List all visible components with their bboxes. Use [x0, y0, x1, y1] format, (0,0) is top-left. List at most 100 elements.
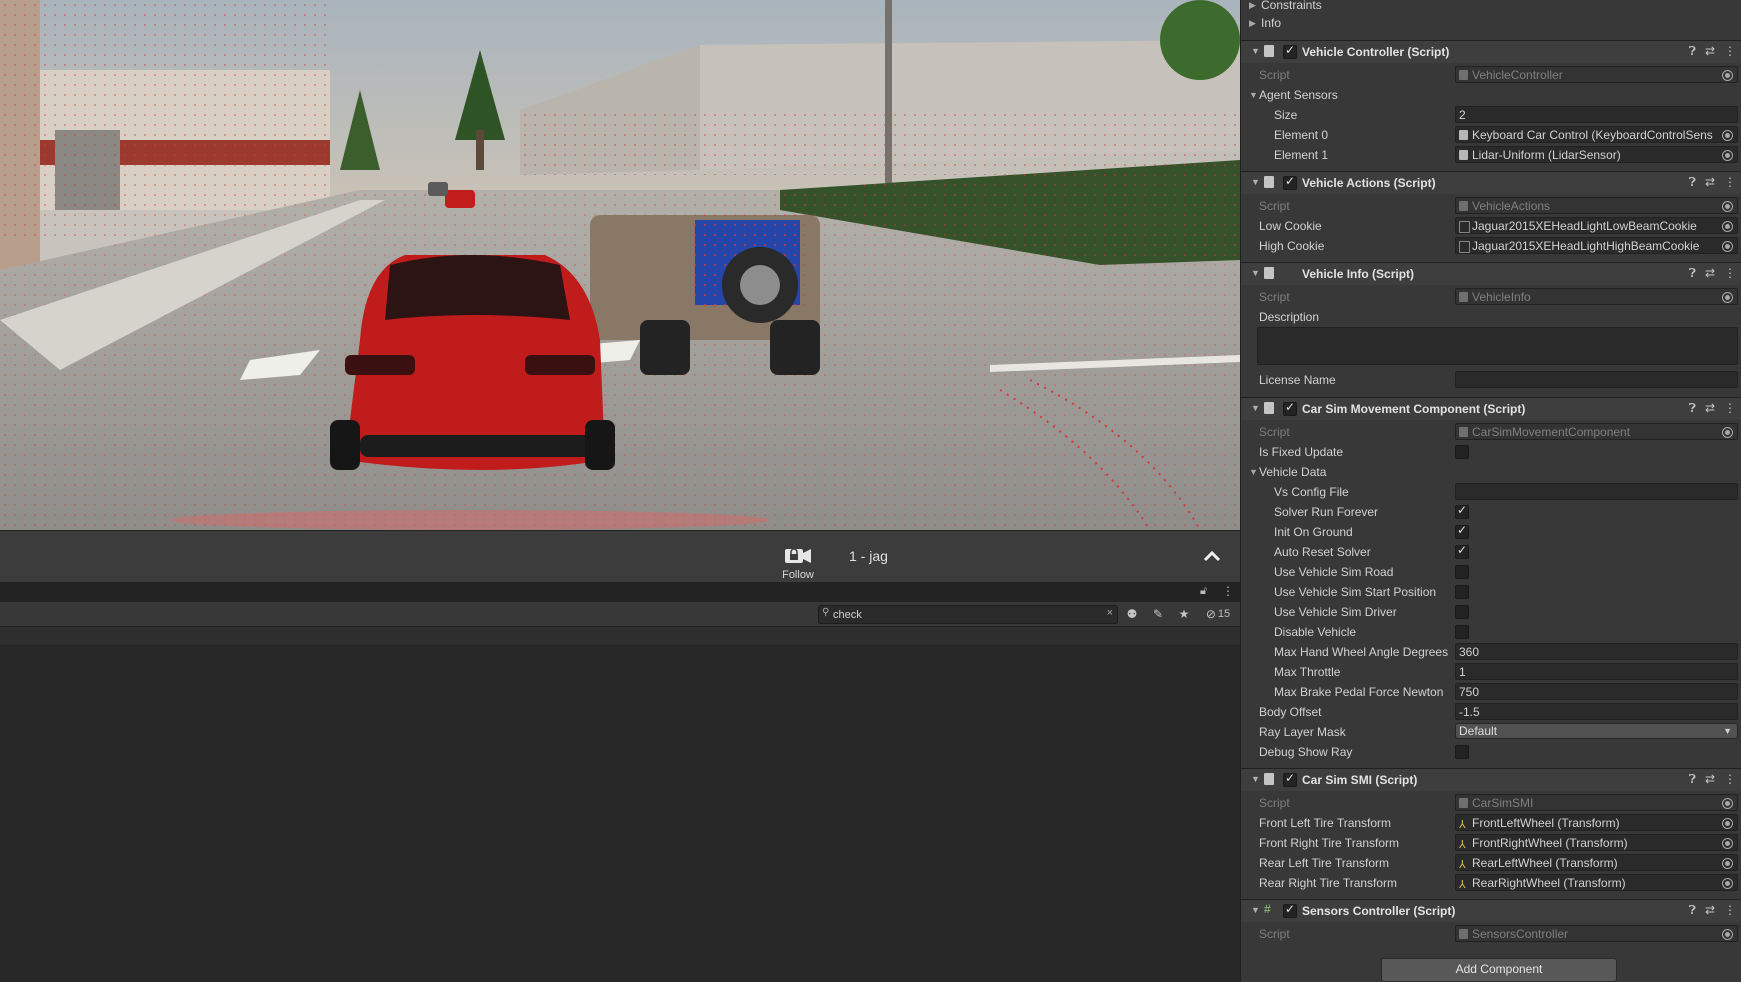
max-throttle-field[interactable]: 1 [1455, 663, 1738, 680]
element1-field[interactable]: Lidar-Uniform (LidarSensor) [1455, 146, 1738, 163]
component-header-vehicle-controller[interactable]: ▼ Vehicle Controller (Script) ❓︎ ⇄ ⋮ [1241, 40, 1741, 63]
kebab-menu-icon[interactable]: ⋮ [1724, 903, 1736, 917]
triangle-down-icon[interactable]: ▼ [1251, 177, 1260, 187]
search-input[interactable] [833, 606, 1099, 623]
is-fixed-update-checkbox[interactable] [1455, 445, 1469, 459]
script-row: Script VehicleActions [1241, 196, 1741, 216]
kebab-menu-icon[interactable]: ⋮ [1724, 44, 1736, 58]
object-picker-icon [1722, 201, 1733, 212]
help-icon[interactable]: ❓︎ [1689, 772, 1696, 786]
agent-sensors-label: Agent Sensors [1259, 88, 1338, 102]
component-header-vehicle-info[interactable]: ▼ Vehicle Info (Script) ❓︎ ⇄ ⋮ [1241, 262, 1741, 285]
preset-icon[interactable]: ⇄ [1705, 44, 1715, 58]
object-picker-icon[interactable] [1722, 818, 1733, 829]
solver-run-forever-checkbox[interactable] [1455, 503, 1469, 519]
component-header-car-sim-smi[interactable]: ▼ Car Sim SMI (Script) ❓︎ ⇄ ⋮ [1241, 768, 1741, 791]
help-icon[interactable]: ❓︎ [1689, 266, 1696, 280]
component-title: Vehicle Controller (Script) [1302, 45, 1450, 59]
component-enable-checkbox[interactable] [1283, 771, 1297, 787]
scene-visibility-button[interactable]: ⚉ [1120, 603, 1144, 624]
element1-row: Element 1 Lidar-Uniform (LidarSensor) [1241, 145, 1741, 165]
init-on-ground-label: Init On Ground [1274, 525, 1353, 539]
lock-icon[interactable]: 🔓︎ [1200, 585, 1207, 598]
component-enable-checkbox[interactable] [1283, 43, 1297, 59]
high-cookie-field[interactable]: Jaguar2015XEHeadLightHighBeamCookie [1455, 237, 1738, 254]
element0-field[interactable]: Keyboard Car Control (KeyboardControlSen… [1455, 126, 1738, 143]
auto-reset-solver-checkbox[interactable] [1455, 543, 1469, 559]
solver-run-forever-row: Solver Run Forever [1241, 502, 1741, 522]
component-enable-checkbox[interactable] [1283, 902, 1297, 918]
object-picker-icon[interactable] [1722, 130, 1733, 141]
vs-config-field[interactable] [1455, 483, 1738, 500]
info-foldout[interactable]: ▶ Info [1241, 13, 1741, 33]
triangle-down-icon[interactable]: ▼ [1251, 268, 1260, 278]
vehicle-data-foldout[interactable]: ▼ Vehicle Data [1241, 462, 1741, 482]
object-picker-icon [1722, 292, 1733, 303]
triangle-down-icon[interactable]: ▼ [1251, 905, 1260, 915]
component-header-sensors-controller[interactable]: ▼ # Sensors Controller (Script) ❓︎ ⇄ ⋮ [1241, 899, 1741, 922]
help-icon[interactable]: ❓︎ [1689, 44, 1696, 58]
size-row: Size 2 [1241, 105, 1741, 125]
debug-show-ray-checkbox[interactable] [1455, 745, 1469, 759]
size-field[interactable]: 2 [1455, 106, 1738, 123]
scene-view[interactable] [0, 0, 1240, 530]
kebab-menu-icon[interactable]: ⋮ [1724, 266, 1736, 280]
preset-icon[interactable]: ⇄ [1705, 401, 1715, 415]
max-brake-field[interactable]: 750 [1455, 683, 1738, 700]
component-header-car-sim-movement[interactable]: ▼ Car Sim Movement Component (Script) ❓︎… [1241, 397, 1741, 420]
object-picker-icon[interactable] [1722, 838, 1733, 849]
add-component-button[interactable]: Add Component [1381, 958, 1617, 982]
object-picker-icon[interactable] [1722, 221, 1733, 232]
description-textarea[interactable] [1257, 327, 1738, 365]
use-vs-driver-checkbox[interactable] [1455, 605, 1469, 619]
init-on-ground-checkbox[interactable] [1455, 523, 1469, 539]
fr-tire-field[interactable]: ⅄ FrontRightWheel (Transform) [1455, 834, 1738, 851]
component-title: Vehicle Info (Script) [1302, 267, 1415, 281]
panel-subbar [0, 627, 1240, 646]
help-icon[interactable]: ❓︎ [1689, 903, 1696, 917]
body-offset-field[interactable]: -1.5 [1455, 703, 1738, 720]
max-hand-wheel-field[interactable]: 360 [1455, 643, 1738, 660]
kebab-menu-icon[interactable]: ⋮ [1222, 584, 1234, 598]
kebab-menu-icon[interactable]: ⋮ [1724, 175, 1736, 189]
use-vs-road-checkbox[interactable] [1455, 565, 1469, 579]
debug-show-ray-label: Debug Show Ray [1259, 745, 1353, 759]
use-vs-start-checkbox[interactable] [1455, 585, 1469, 599]
search-box[interactable]: ⚲ × [818, 605, 1118, 624]
hidden-count-button[interactable]: ⊘ 15 [1198, 603, 1238, 624]
triangle-down-icon[interactable]: ▼ [1251, 46, 1260, 56]
object-picker-icon[interactable] [1722, 878, 1733, 889]
label-filter-button[interactable]: ✎ [1146, 603, 1170, 624]
component-header-vehicle-actions[interactable]: ▼ Vehicle Actions (Script) ❓︎ ⇄ ⋮ [1241, 171, 1741, 194]
preset-icon[interactable]: ⇄ [1705, 266, 1715, 280]
help-icon[interactable]: ❓︎ [1689, 401, 1696, 415]
kebab-menu-icon[interactable]: ⋮ [1724, 772, 1736, 786]
favorites-button[interactable]: ★ [1172, 603, 1196, 624]
rl-tire-value: RearLeftWheel (Transform) [1472, 856, 1618, 870]
low-cookie-value: Jaguar2015XEHeadLightLowBeamCookie [1472, 219, 1697, 233]
preset-icon[interactable]: ⇄ [1705, 903, 1715, 917]
triangle-down-icon[interactable]: ▼ [1251, 403, 1260, 413]
object-picker-icon[interactable] [1722, 150, 1733, 161]
preset-icon[interactable]: ⇄ [1705, 772, 1715, 786]
rl-tire-field[interactable]: ⅄ RearLeftWheel (Transform) [1455, 854, 1738, 871]
license-field[interactable] [1455, 371, 1738, 388]
agent-sensors-foldout[interactable]: ▼ Agent Sensors [1241, 85, 1741, 105]
kebab-menu-icon[interactable]: ⋮ [1724, 401, 1736, 415]
object-picker-icon[interactable] [1722, 858, 1733, 869]
component-enable-checkbox[interactable] [1283, 174, 1297, 190]
script-field: VehicleActions [1455, 197, 1738, 214]
collapse-button[interactable] [1200, 545, 1224, 569]
ray-layer-dropdown[interactable]: Default ▼ [1455, 723, 1738, 739]
disable-vehicle-checkbox[interactable] [1455, 625, 1469, 639]
component-enable-checkbox[interactable] [1283, 400, 1297, 416]
low-cookie-field[interactable]: Jaguar2015XEHeadLightLowBeamCookie [1455, 217, 1738, 234]
fl-tire-field[interactable]: ⅄ FrontLeftWheel (Transform) [1455, 814, 1738, 831]
follow-button[interactable]: Follow [770, 535, 826, 581]
help-icon[interactable]: ❓︎ [1689, 175, 1696, 189]
triangle-down-icon[interactable]: ▼ [1251, 774, 1260, 784]
clear-search-icon[interactable]: × [1107, 607, 1113, 619]
preset-icon[interactable]: ⇄ [1705, 175, 1715, 189]
rr-tire-field[interactable]: ⅄ RearRightWheel (Transform) [1455, 874, 1738, 891]
object-picker-icon[interactable] [1722, 241, 1733, 252]
